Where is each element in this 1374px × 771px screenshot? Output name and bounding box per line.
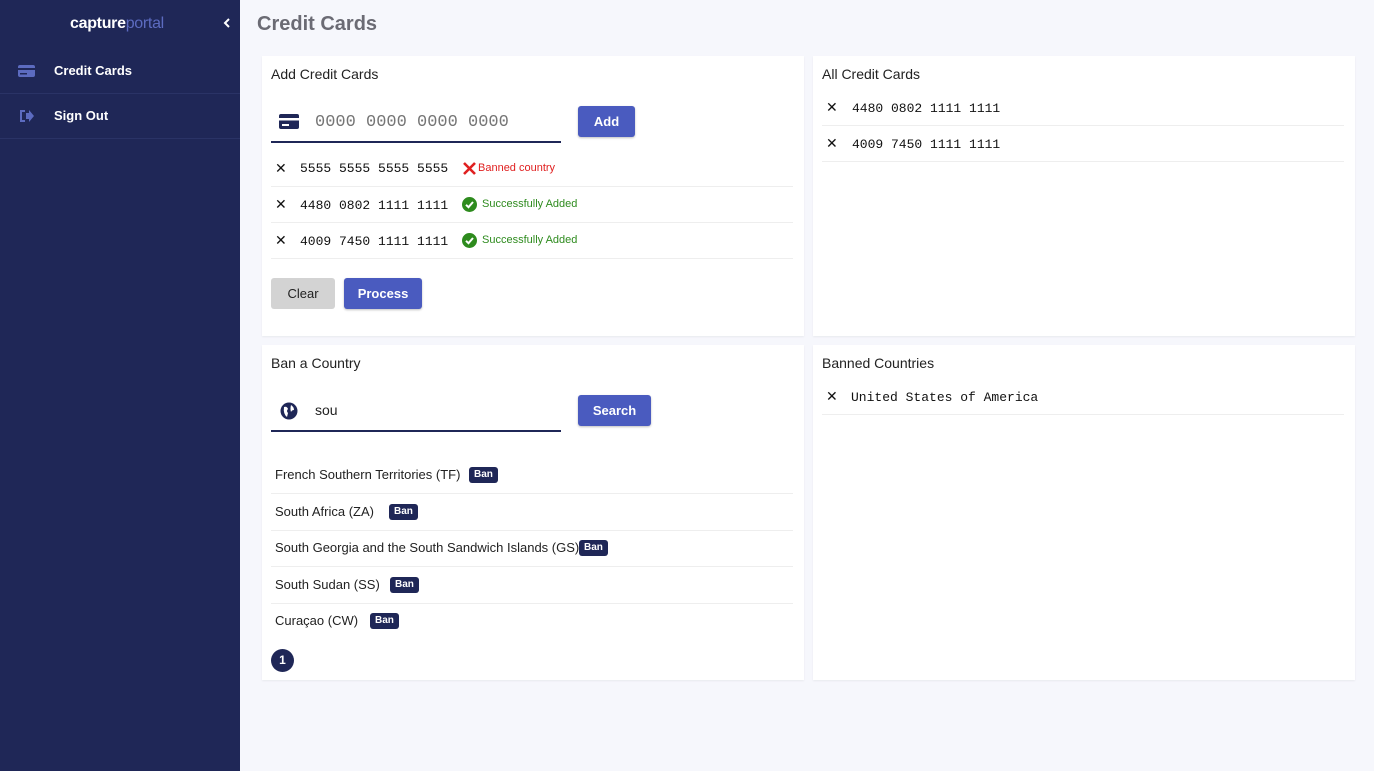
country-result-row: South Sudan (SS) Ban [271,567,793,604]
ban-button[interactable]: Ban [579,540,608,556]
card-number: 4480 0802 1111 1111 [852,101,1001,116]
card-row: ✕ 4480 0802 1111 1111 Successfully Added [271,187,793,223]
credit-card-icon [279,114,299,129]
country-name: South Africa (ZA) [275,504,374,519]
sidebar-item-label: Credit Cards [54,63,133,78]
country-result-row: South Africa (ZA) Ban [271,494,793,531]
search-button[interactable]: Search [578,395,651,426]
card-number-field [271,103,561,143]
logo-part-1: capture [70,15,126,32]
card-number: 5555 5555 5555 5555 [300,161,449,176]
remove-card-button[interactable]: ✕ [275,232,287,249]
country-result-row: French Southern Territories (TF) Ban [271,457,793,494]
card-number: 4480 0802 1111 1111 [300,198,449,213]
card-status-text: Successfully Added [482,198,578,210]
banned-countries-card: Banned Countries ✕ United States of Amer… [813,345,1355,680]
check-circle-icon [462,233,477,248]
country-result-row: South Georgia and the South Sandwich Isl… [271,530,793,567]
page-title: Credit Cards [257,13,378,35]
card-row: ✕ 4009 7450 1111 1111 Successfully Added [271,223,793,259]
country-name: South Georgia and the South Sandwich Isl… [275,540,580,555]
country-search-field [271,392,561,432]
ban-button[interactable]: Ban [390,577,419,593]
banned-country-name: United States of America [851,390,1039,405]
ban-button[interactable]: Ban [469,467,498,483]
chevron-left-icon [223,18,230,28]
ban-button[interactable]: Ban [370,613,399,629]
pagination-page-1[interactable]: 1 [271,649,294,672]
card-number: 4009 7450 1111 1111 [300,234,449,249]
add-button[interactable]: Add [578,106,635,137]
collapse-sidebar-button[interactable] [219,14,235,32]
unban-button[interactable]: ✕ [826,388,838,405]
country-name: French Southern Territories (TF) [275,467,461,482]
country-result-row: Curaçao (CW) Ban [271,603,793,640]
card-status-text: Successfully Added [482,234,578,246]
sidebar-item-label: Sign Out [54,108,109,123]
sidebar-item-sign-out[interactable]: Sign Out [0,94,240,139]
ban-button[interactable]: Ban [389,504,418,520]
banned-countries-title: Banned Countries [822,355,935,371]
check-circle-icon [462,197,477,212]
brand: captureportal [0,0,240,48]
sidebar: captureportal Credit Cards Sign Out [0,0,240,771]
clear-button[interactable]: Clear [271,278,335,309]
country-search-input[interactable] [315,399,555,421]
banned-country-row: ✕ United States of America [822,379,1344,415]
saved-card-row: ✕ 4009 7450 1111 1111 [822,126,1344,162]
error-x-icon [463,162,476,175]
add-cards-title: Add Credit Cards [271,66,379,82]
add-credit-cards-card: Add Credit Cards Add ✕ 5555 5555 5555 55… [262,56,804,336]
card-status-text: Banned country [478,162,556,174]
remove-card-button[interactable]: ✕ [275,196,287,213]
delete-card-button[interactable]: ✕ [826,135,838,152]
globe-icon [280,402,298,420]
country-name: South Sudan (SS) [275,577,380,592]
all-cards-title: All Credit Cards [822,66,921,82]
ban-country-title: Ban a Country [271,355,361,371]
sidebar-item-credit-cards[interactable]: Credit Cards [0,49,240,94]
sign-out-icon [20,110,34,122]
card-number-input[interactable] [315,109,555,135]
all-credit-cards-card: All Credit Cards ✕ 4480 0802 1111 1111 ✕… [813,56,1355,336]
process-button[interactable]: Process [344,278,422,309]
logo-part-2: portal [125,15,165,32]
ban-country-card: Ban a Country Search French Southern Ter… [262,345,804,680]
country-name: Curaçao (CW) [275,613,359,628]
credit-card-icon [18,65,35,77]
card-row: ✕ 5555 5555 5555 5555 Banned country [271,151,793,187]
delete-card-button[interactable]: ✕ [826,99,838,116]
saved-card-row: ✕ 4480 0802 1111 1111 [822,90,1344,126]
card-number: 4009 7450 1111 1111 [852,137,1001,152]
remove-card-button[interactable]: ✕ [275,160,287,177]
logo[interactable]: captureportal [70,15,164,33]
